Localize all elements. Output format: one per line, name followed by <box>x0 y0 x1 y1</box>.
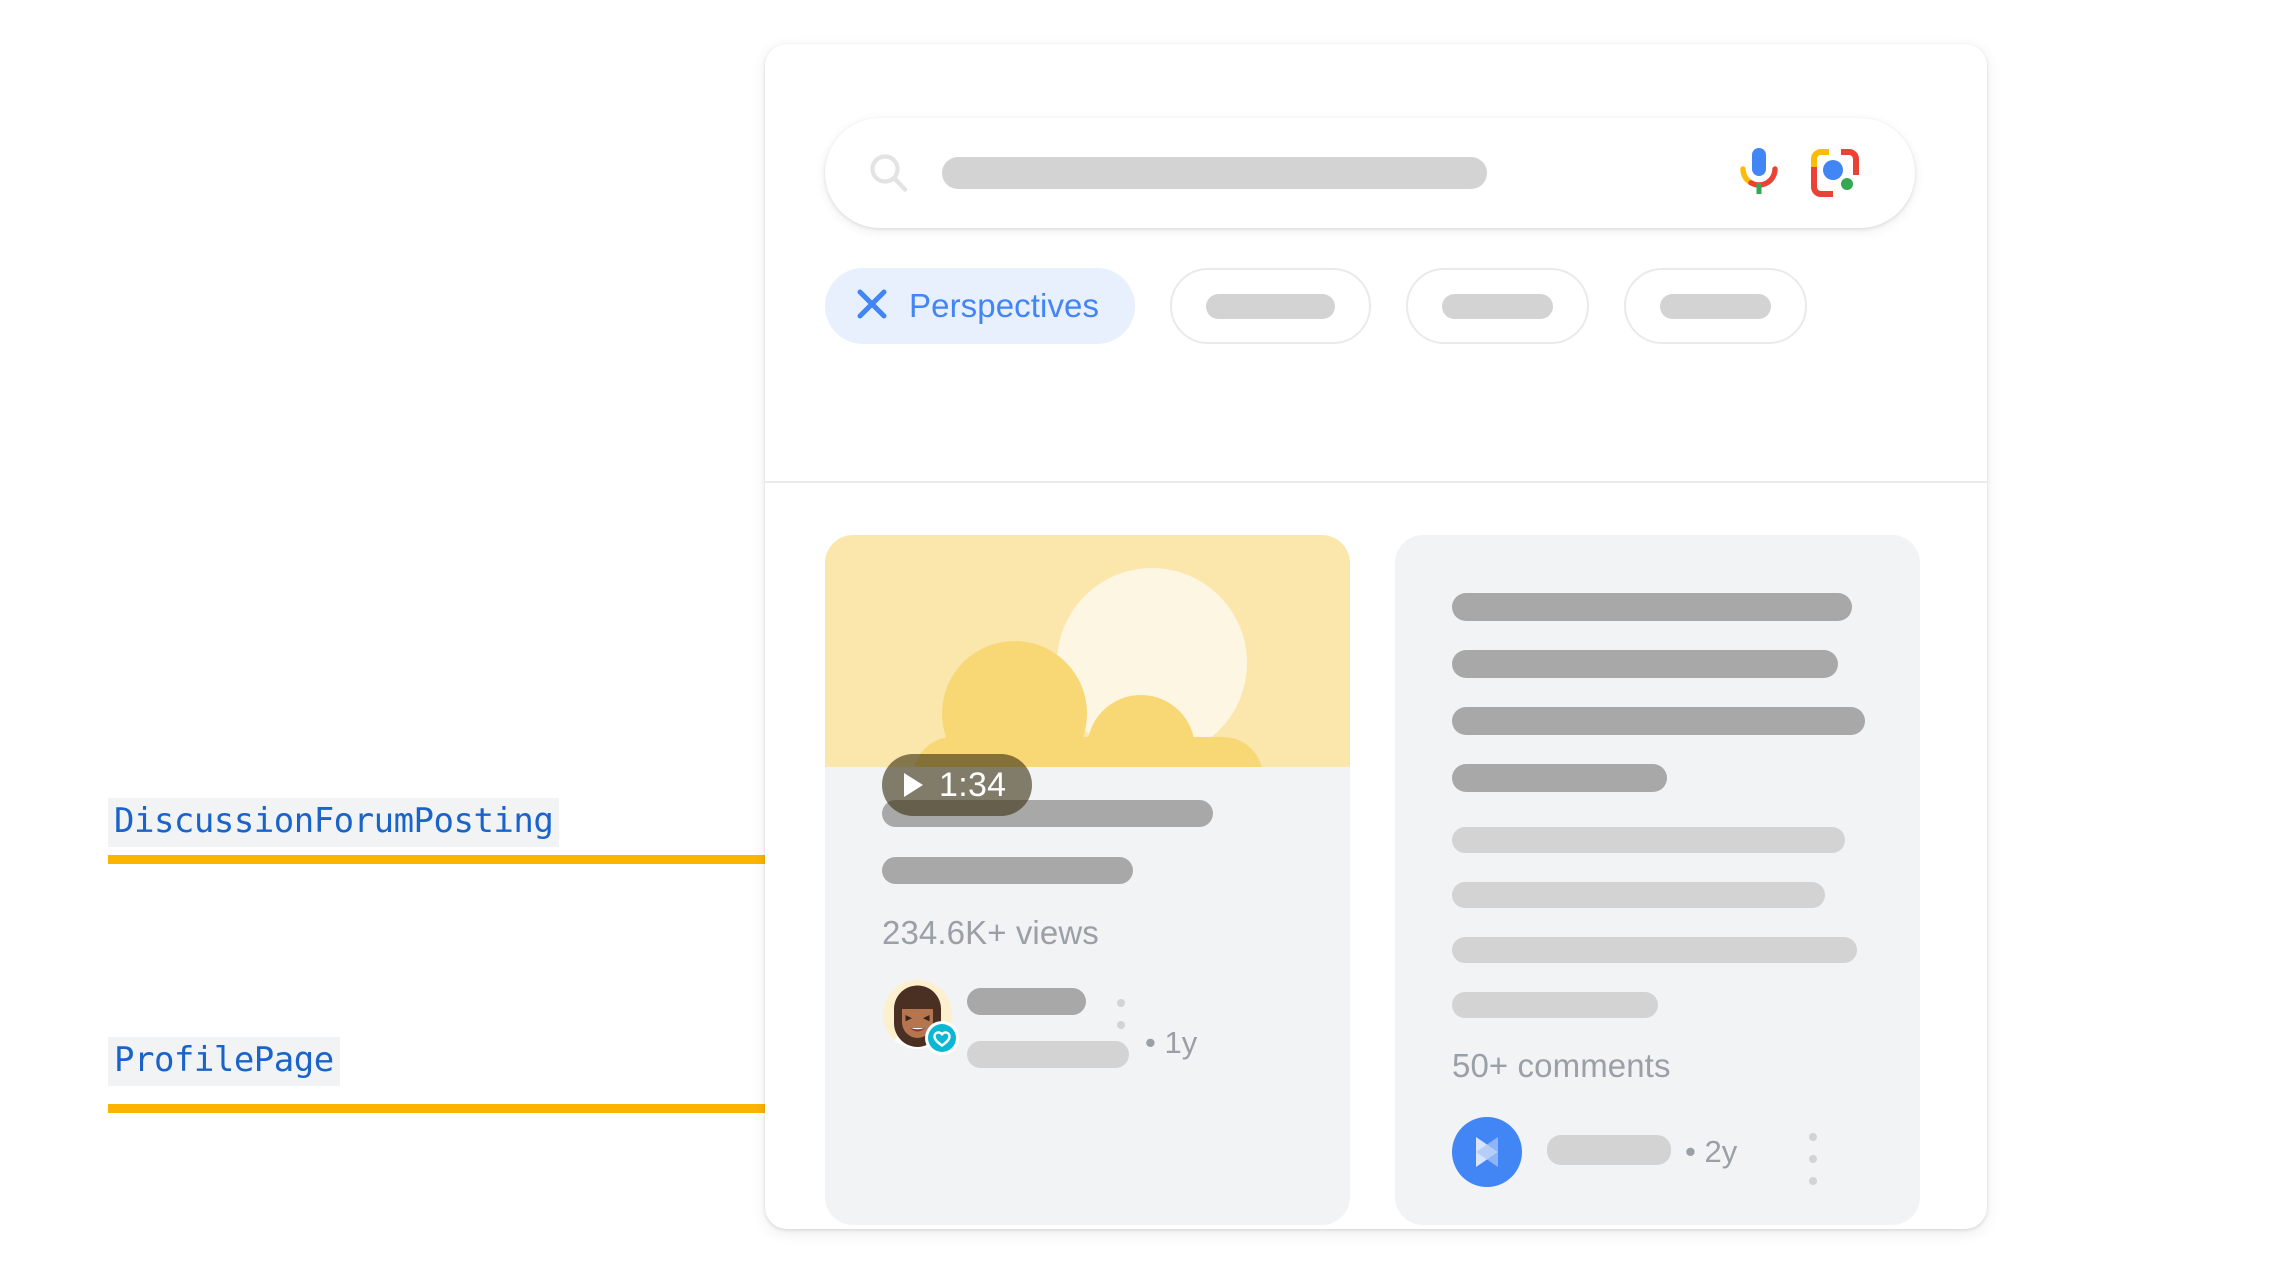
search-input[interactable] <box>942 157 1487 189</box>
chip-placeholder-bar <box>1206 293 1336 319</box>
search-results-panel: Perspectives 1:34 234.6K+ views • 1y 50+… <box>765 44 1987 1229</box>
annotation-label-profilepage: ProfilePage <box>108 1037 340 1087</box>
chip-placeholder-3[interactable] <box>1624 268 1808 344</box>
title-placeholder-line <box>1452 707 1865 735</box>
title-placeholder-line <box>1452 593 1852 621</box>
video-duration-label: 1:34 <box>939 765 1007 804</box>
post-age-label: • 1y <box>1145 1025 1198 1060</box>
header-divider <box>765 481 1987 483</box>
chip-placeholder-1[interactable] <box>1170 268 1372 344</box>
more-vert-icon[interactable] <box>1809 1133 1817 1185</box>
search-icon <box>867 151 911 195</box>
google-microphone-icon[interactable] <box>1733 143 1785 203</box>
filter-chip-row: Perspectives <box>825 266 1987 346</box>
title-placeholder-line <box>1452 764 1667 792</box>
view-count-label: 234.6K+ views <box>882 914 1099 951</box>
dot <box>1809 1177 1817 1185</box>
author-meta-placeholder <box>967 1041 1129 1068</box>
annotation-label-discussionforumposting: DiscussionForumPosting <box>108 798 560 848</box>
blue-play-avatar[interactable] <box>1452 1117 1522 1187</box>
body-placeholder-line <box>1452 992 1658 1018</box>
body-placeholder-line <box>1452 937 1857 963</box>
close-x-icon[interactable] <box>855 287 889 326</box>
author-name-placeholder <box>1547 1135 1671 1165</box>
result-card-discussion-post[interactable]: 50+ comments • 2y <box>1395 535 1920 1225</box>
chip-placeholder-bar <box>1442 293 1554 319</box>
chip-placeholder-2[interactable] <box>1406 268 1590 344</box>
comment-count-label: 50+ comments <box>1452 1047 1671 1084</box>
post-age-label: • 2y <box>1685 1134 1738 1169</box>
chip-placeholder-bar <box>1660 293 1772 319</box>
heart-verified-badge <box>925 1021 959 1055</box>
search-bar[interactable] <box>825 118 1915 228</box>
results-row: 1:34 234.6K+ views • 1y 50+ comments • 2… <box>825 535 1920 1225</box>
video-duration-badge: 1:34 <box>882 754 1033 816</box>
dot <box>1809 1155 1817 1163</box>
title-placeholder-line <box>882 857 1133 884</box>
more-vert-icon[interactable] <box>1117 999 1125 1051</box>
play-icon <box>904 773 923 797</box>
dot <box>1117 1043 1125 1051</box>
dot <box>1117 999 1125 1007</box>
body-placeholder-line <box>1452 882 1825 908</box>
dot <box>1117 1021 1125 1029</box>
author-name-placeholder <box>967 988 1086 1015</box>
chip-perspectives[interactable]: Perspectives <box>825 268 1136 344</box>
video-thumbnail[interactable] <box>825 535 1350 767</box>
result-card-video-forum-post[interactable]: 1:34 234.6K+ views • 1y <box>825 535 1350 1225</box>
chip-perspectives-label: Perspectives <box>909 287 1100 324</box>
dot <box>1809 1133 1817 1141</box>
body-placeholder-line <box>1452 827 1845 853</box>
title-placeholder-line <box>1452 650 1838 678</box>
google-lens-icon[interactable] <box>1807 145 1863 201</box>
